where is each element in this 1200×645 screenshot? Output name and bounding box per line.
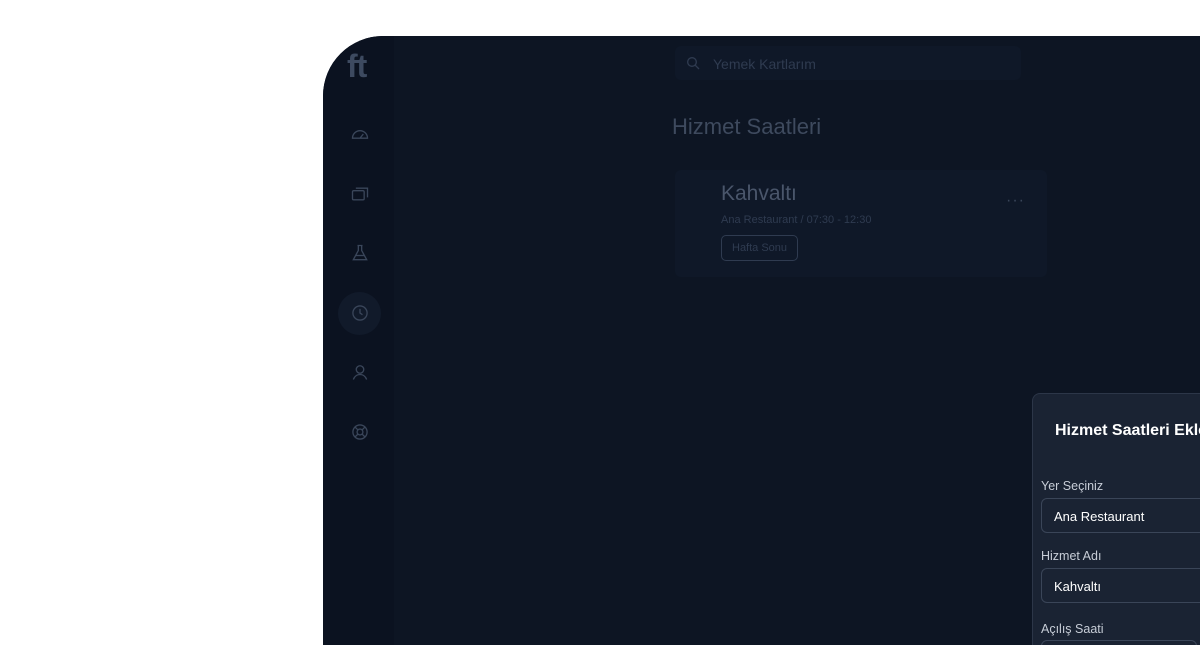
service-hours-card[interactable]: Kahvaltı Ana Restaurant / 07:30 - 12:30 …	[675, 170, 1047, 277]
sidebar: ft	[323, 36, 394, 645]
user-icon[interactable]	[349, 361, 371, 383]
flask-icon[interactable]	[349, 242, 371, 264]
service-name-input-value: Kahvaltı	[1054, 579, 1101, 594]
location-select[interactable]: Ana Restaurant	[1041, 498, 1200, 533]
opening-time-input[interactable]	[1041, 640, 1197, 645]
app-logo[interactable]: ft	[347, 48, 367, 85]
service-name-input[interactable]: Kahvaltı	[1041, 568, 1200, 603]
app-window: ft Hizmet Saatleri Kahvaltı Ana Restaura…	[323, 36, 1200, 645]
add-service-hours-modal: Hizmet Saatleri Ekle Yer Seçiniz Ana Res…	[1032, 393, 1200, 645]
lifebuoy-icon[interactable]	[349, 421, 371, 443]
location-select-value: Ana Restaurant	[1054, 509, 1145, 524]
search-input[interactable]	[711, 46, 1015, 82]
modal-title: Hizmet Saatleri Ekle	[1055, 422, 1200, 439]
cards-icon[interactable]	[349, 183, 371, 205]
clock-icon[interactable]	[349, 302, 371, 324]
card-subtitle: Ana Restaurant / 07:30 - 12:30	[721, 214, 872, 226]
service-name-field-label: Hizmet Adı	[1041, 549, 1102, 563]
location-field-label: Yer Seçiniz	[1041, 479, 1104, 493]
more-options-icon[interactable]: ···	[1006, 192, 1025, 210]
search-bar[interactable]	[675, 46, 1021, 82]
search-icon	[687, 57, 700, 70]
card-tag-badge: Hafta Sonu	[721, 235, 799, 261]
page-title: Hizmet Saatleri	[672, 114, 822, 139]
opening-time-field-label: Açılış Saati	[1041, 622, 1104, 636]
dashboard-gauge-icon[interactable]	[349, 123, 371, 145]
card-title: Kahvaltı	[721, 182, 797, 205]
